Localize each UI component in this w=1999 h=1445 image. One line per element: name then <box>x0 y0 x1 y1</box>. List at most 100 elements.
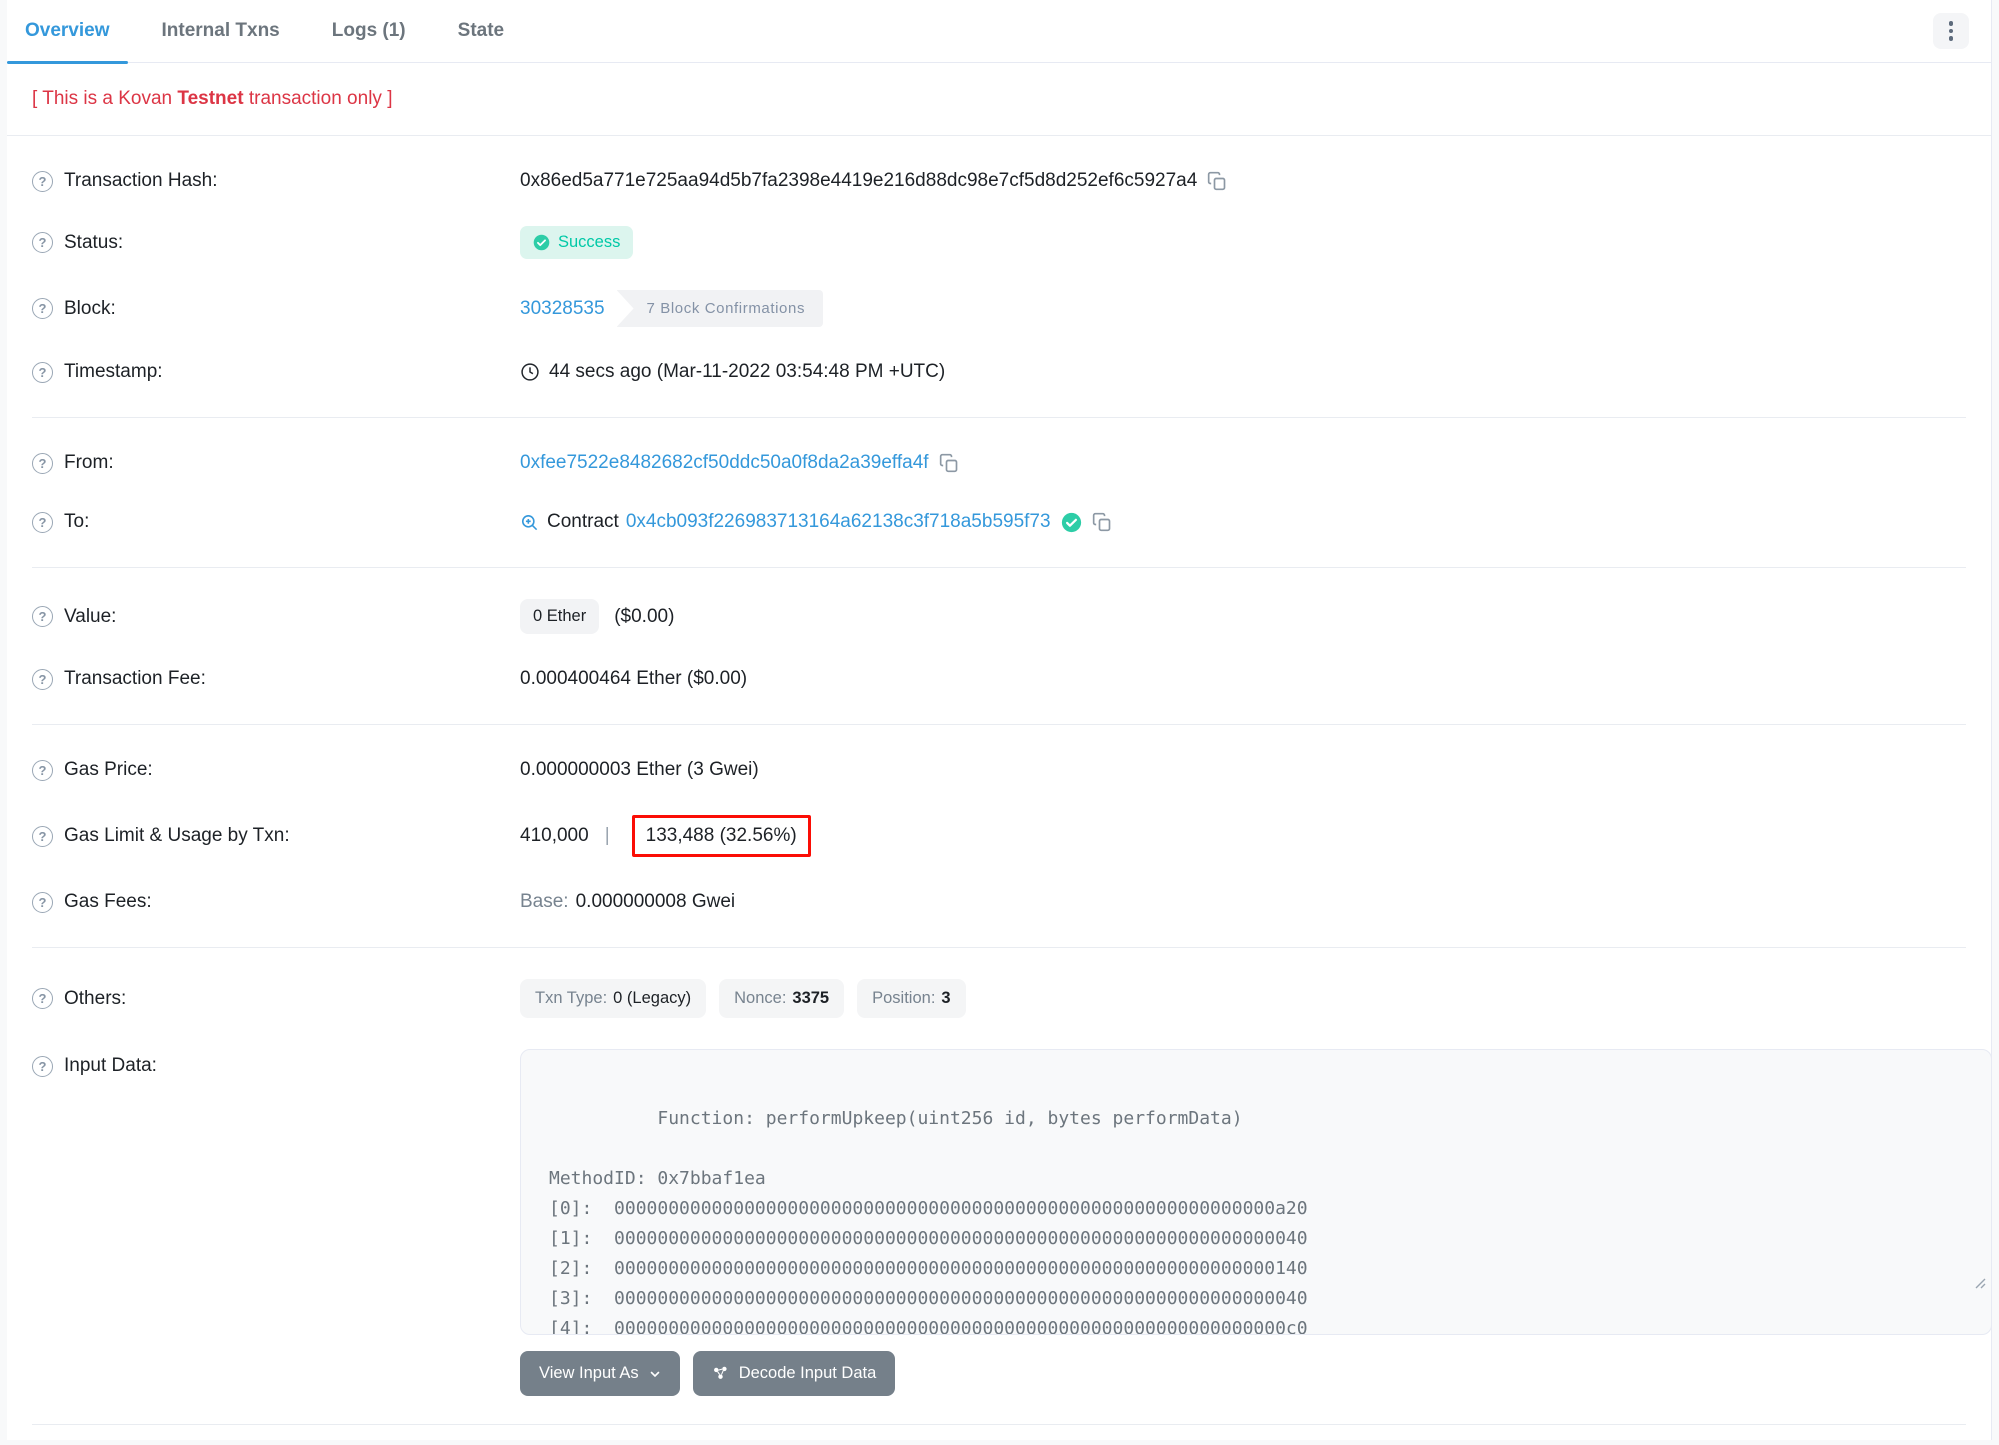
from-label: From: <box>64 452 114 473</box>
gas-limit-usage-label: Gas Limit & Usage by Txn: <box>64 825 290 846</box>
from-address-link[interactable]: 0xfee7522e8482682cf50ddc50a0f8da2a39effa… <box>520 452 929 474</box>
clock-icon <box>520 362 540 382</box>
row-transaction-fee: ? Transaction Fee: 0.000400464 Ether ($0… <box>32 665 1966 693</box>
gas-price-value: 0.000000003 Ether (3 Gwei) <box>520 759 759 780</box>
timestamp-value: 44 secs ago (Mar-11-2022 03:54:48 PM +UT… <box>549 361 946 382</box>
gas-limit-value: 410,000 <box>520 825 589 846</box>
position-value: 3 <box>941 989 951 1007</box>
block-label: Block: <box>64 297 116 319</box>
transaction-fee-value: 0.000400464 Ether ($0.00) <box>520 668 748 689</box>
value-amount-badge: 0 Ether <box>520 599 600 634</box>
help-icon[interactable]: ? <box>32 606 53 627</box>
help-icon[interactable]: ? <box>32 988 53 1009</box>
row-block: ? Block: 30328535 7 Block Confirmations <box>32 290 1966 327</box>
row-to: ? To: Contract 0x4cb093f226983713164a621… <box>32 508 1966 536</box>
tab-internal-txns[interactable]: Internal Txns <box>144 0 298 63</box>
row-transaction-hash: ? Transaction Hash: 0x86ed5a771e725aa94d… <box>32 167 1966 195</box>
help-icon[interactable]: ? <box>32 232 53 253</box>
transaction-fee-label: Transaction Fee: <box>64 668 206 689</box>
others-label: Others: <box>64 987 127 1009</box>
testnet-note-bold: Testnet <box>177 88 244 109</box>
gas-usage-annotation-box: 133,488 (32.56%) <box>631 815 811 857</box>
gas-fees-label: Gas Fees: <box>64 891 152 912</box>
position-key: Position: <box>872 989 936 1007</box>
check-circle-icon <box>533 234 550 251</box>
row-input-data: ? Input Data: Function: performUpkeep(ui… <box>32 1049 1992 1335</box>
row-gas-fees: ? Gas Fees: Base: 0.000000008 Gwei <box>32 888 1966 916</box>
txn-type-key: Txn Type: <box>535 989 608 1007</box>
to-label: To: <box>64 511 90 532</box>
help-icon[interactable]: ? <box>32 298 53 319</box>
status-label: Status: <box>64 231 124 253</box>
help-icon[interactable]: ? <box>32 511 53 533</box>
txn-type-value: 0 (Legacy) <box>613 989 692 1007</box>
timestamp-label: Timestamp: <box>64 361 163 382</box>
help-icon[interactable]: ? <box>32 759 53 781</box>
row-gas-price: ? Gas Price: 0.000000003 Ether (3 Gwei) <box>32 756 1966 784</box>
txn-type-badge: Txn Type: 0 (Legacy) <box>520 979 707 1018</box>
copy-from-button[interactable] <box>939 453 959 473</box>
input-data-textarea[interactable]: Function: performUpkeep(uint256 id, byte… <box>520 1049 1992 1335</box>
help-icon[interactable]: ? <box>32 1055 53 1077</box>
divider <box>7 135 1991 136</box>
row-value: ? Value: 0 Ether ($0.00) <box>32 599 1966 634</box>
value-label: Value: <box>64 605 117 627</box>
row-gas-limit-usage: ? Gas Limit & Usage by Txn: 410,000 | 13… <box>32 815 1966 857</box>
help-icon[interactable]: ? <box>32 668 53 690</box>
position-badge: Position: 3 <box>857 979 966 1018</box>
help-icon[interactable]: ? <box>32 825 53 847</box>
help-icon[interactable]: ? <box>32 170 53 192</box>
input-data-actions: View Input As Decode Input Data <box>520 1351 1966 1396</box>
block-number-link[interactable]: 30328535 <box>520 298 605 320</box>
copy-to-button[interactable] <box>1092 512 1112 532</box>
resize-handle[interactable] <box>1842 1239 1986 1329</box>
decode-input-data-button[interactable]: Decode Input Data <box>692 1351 896 1396</box>
gas-fees-base-value: 0.000000008 Gwei <box>575 891 736 912</box>
tab-overview[interactable]: Overview <box>7 0 128 64</box>
nonce-badge: Nonce: 3375 <box>719 979 845 1018</box>
help-icon[interactable]: ? <box>32 361 53 383</box>
testnet-note-prefix: [ This is a Kovan <box>32 88 178 109</box>
tab-bar: Overview Internal Txns Logs (1) State <box>7 0 1991 64</box>
gas-limit-separator: | <box>604 825 610 846</box>
tab-logs[interactable]: Logs (1) <box>314 0 424 63</box>
gas-usage-value: 133,488 (32.56%) <box>645 825 797 846</box>
row-from: ? From: 0xfee7522e8482682cf50ddc50a0f8da… <box>32 449 1966 477</box>
view-input-as-button[interactable]: View Input As <box>520 1351 680 1396</box>
chevron-down-icon <box>650 1371 659 1377</box>
status-text: Success <box>558 233 621 251</box>
nonce-value: 3375 <box>792 989 830 1007</box>
transaction-card: Overview Internal Txns Logs (1) State [ … <box>7 0 1992 1440</box>
copy-icon <box>939 453 957 473</box>
nonce-key: Nonce: <box>734 989 787 1007</box>
gas-price-label: Gas Price: <box>64 759 153 780</box>
transaction-hash-value: 0x86ed5a771e725aa94d5b7fa2398e4419e216d8… <box>520 170 1198 191</box>
copy-icon <box>1208 171 1226 191</box>
row-others: ? Others: Txn Type: 0 (Legacy) Nonce: 33… <box>32 979 1966 1018</box>
decode-input-data-label: Decode Input Data <box>738 1364 877 1382</box>
row-status: ? Status: Success <box>32 226 1966 259</box>
input-data-text: Function: performUpkeep(uint256 id, byte… <box>549 1108 1308 1335</box>
divider <box>32 947 1966 948</box>
to-address-link[interactable]: 0x4cb093f226983713164a62138c3f718a5b595f… <box>626 511 1051 533</box>
testnet-note: [ This is a Kovan Testnet transaction on… <box>7 63 1991 110</box>
copy-hash-button[interactable] <box>1207 171 1227 191</box>
zoom-in-icon[interactable] <box>520 513 539 532</box>
transaction-hash-label: Transaction Hash: <box>64 170 218 191</box>
gas-fees-base-label: Base: <box>520 891 569 912</box>
divider <box>32 567 1966 568</box>
tab-state[interactable]: State <box>440 0 522 63</box>
block-confirmations-badge: 7 Block Confirmations <box>616 290 824 327</box>
status-badge: Success <box>520 226 634 259</box>
kebab-icon <box>1948 21 1954 26</box>
contract-verified-icon <box>1061 512 1082 533</box>
divider <box>32 417 1966 418</box>
help-icon[interactable]: ? <box>32 452 53 474</box>
value-usd: ($0.00) <box>614 605 675 627</box>
view-input-as-label: View Input As <box>539 1364 639 1382</box>
help-icon[interactable]: ? <box>32 891 53 913</box>
more-options-button[interactable] <box>1933 13 1969 49</box>
row-timestamp: ? Timestamp: 44 secs ago (Mar-11-2022 03… <box>32 358 1966 386</box>
bottom-padding <box>32 1425 1966 1445</box>
input-data-label: Input Data: <box>64 1055 157 1076</box>
